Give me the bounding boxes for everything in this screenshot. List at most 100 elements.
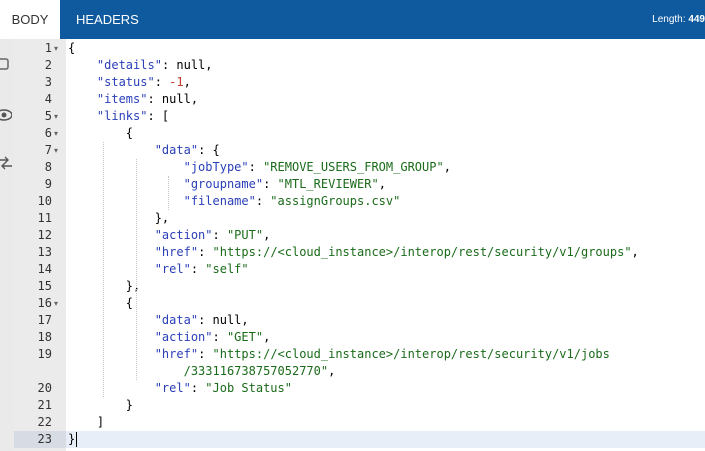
json-string: "assignGroups.csv" xyxy=(270,194,401,208)
json-punctuation: : xyxy=(198,245,213,259)
code-text: "filename": "assignGroups.csv" xyxy=(68,193,401,210)
json-punctuation xyxy=(68,92,97,106)
indent-guide xyxy=(168,176,169,210)
code-text: "rel": "self" xyxy=(68,261,249,278)
line-number: 22 xyxy=(37,415,52,429)
json-string: "https://<cloud_instance>/interop/rest/s… xyxy=(212,245,632,259)
length-value: 449 xyxy=(688,14,705,25)
line-number: 9 xyxy=(44,177,52,191)
json-key: "href" xyxy=(154,347,199,361)
json-punctuation: : xyxy=(198,347,213,361)
code-text: "data": null, xyxy=(68,312,249,329)
code-text: "items": null, xyxy=(68,91,198,108)
json-string: "MTL_REVIEWER" xyxy=(277,177,379,191)
line-number: 21 xyxy=(37,398,52,412)
json-key: "rel" xyxy=(154,262,191,276)
line-number: 1 xyxy=(44,41,52,55)
code-line: 13 "href": "https://<cloud_instance>/int… xyxy=(0,244,705,261)
json-punctuation: , xyxy=(443,160,451,174)
json-string: "https://<cloud_instance>/interop/rest/s… xyxy=(212,347,610,361)
json-key: "rel" xyxy=(154,381,191,395)
code-line: 17 "data": null, xyxy=(0,312,705,329)
json-punctuation: : xyxy=(154,75,170,89)
code-text: "action": "PUT", xyxy=(68,227,271,244)
code-line: 6 ▾ { xyxy=(0,125,705,142)
tab-body[interactable]: BODY xyxy=(0,0,60,39)
fold-toggle-icon[interactable]: ▾ xyxy=(54,142,58,159)
code-text: ] xyxy=(68,414,104,431)
code-line: 20 "rel": "Job Status" xyxy=(0,380,705,397)
json-punctuation: : xyxy=(255,194,271,208)
code-text: } xyxy=(68,397,133,414)
code-line: 22 ] xyxy=(0,414,705,431)
json-punctuation: { xyxy=(68,296,134,310)
code-line: 15 }, xyxy=(0,278,705,295)
line-number: 18 xyxy=(37,330,52,344)
line-number: 19 xyxy=(37,347,52,361)
fold-toggle-icon[interactable]: ▾ xyxy=(54,125,58,142)
json-punctuation xyxy=(68,143,155,157)
code-text: "links": [ xyxy=(68,108,169,125)
json-punctuation: } xyxy=(68,398,134,412)
tab-headers[interactable]: HEADERS xyxy=(60,0,155,39)
code-text: }, xyxy=(68,278,140,295)
json-punctuation xyxy=(68,330,155,344)
code-line: 23} xyxy=(0,431,705,448)
json-key: "links" xyxy=(96,109,148,123)
line-number: 13 xyxy=(37,245,52,259)
code-text: { xyxy=(68,40,75,57)
fold-toggle-icon[interactable]: ▾ xyxy=(54,40,58,57)
line-number: 5 xyxy=(44,109,52,123)
code-line: 3 "status": -1, xyxy=(0,74,705,91)
json-punctuation xyxy=(68,177,184,191)
json-punctuation: : xyxy=(263,177,278,191)
json-key: "filename" xyxy=(183,194,256,208)
json-punctuation: : xyxy=(190,381,206,395)
indent-guide xyxy=(136,159,137,380)
json-punctuation: : [ xyxy=(147,109,170,123)
line-number: 12 xyxy=(37,228,52,242)
json-punctuation: , xyxy=(263,228,271,242)
code-line: 12 "action": "PUT", xyxy=(0,227,705,244)
code-line: 18 "action": "GET", xyxy=(0,329,705,346)
json-punctuation: : null, xyxy=(198,313,249,327)
line-number: 6 xyxy=(44,126,52,140)
code-line: 5 ▾ "links": [ xyxy=(0,108,705,125)
code-text: "href": "https://<cloud_instance>/intero… xyxy=(68,244,639,261)
json-punctuation: : xyxy=(248,160,264,174)
line-number: 23 xyxy=(37,432,52,446)
json-punctuation xyxy=(68,347,155,361)
line-number: 7 xyxy=(44,143,52,157)
json-number: -1 xyxy=(169,75,184,89)
json-punctuation: { xyxy=(68,126,134,140)
line-number: 2 xyxy=(44,58,52,72)
code-line: 2 "details": null, xyxy=(0,57,705,74)
json-key: "details" xyxy=(96,58,162,72)
json-string: "REMOVE_USERS_FROM_GROUP" xyxy=(263,160,444,174)
json-key: "action" xyxy=(154,330,213,344)
json-key: "action" xyxy=(154,228,213,242)
code-text: "groupname": "MTL_REVIEWER", xyxy=(68,176,386,193)
json-punctuation xyxy=(68,58,97,72)
text-cursor xyxy=(76,432,77,447)
json-punctuation xyxy=(68,262,155,276)
json-punctuation: : xyxy=(190,262,206,276)
json-punctuation: }, xyxy=(68,211,170,225)
code-text: "data": { xyxy=(68,142,220,159)
code-line: 8 "jobType": "REMOVE_USERS_FROM_GROUP", xyxy=(0,159,705,176)
json-punctuation: , xyxy=(631,245,639,259)
json-punctuation xyxy=(68,245,155,259)
json-punctuation xyxy=(68,381,155,395)
json-punctuation: , xyxy=(263,330,271,344)
fold-toggle-icon[interactable]: ▾ xyxy=(54,108,58,125)
json-punctuation: , xyxy=(378,177,386,191)
response-length: Length: 449 xyxy=(652,0,705,39)
json-string: "Job Status" xyxy=(205,381,292,395)
fold-toggle-icon[interactable]: ▾ xyxy=(54,295,58,312)
code-text: { xyxy=(68,295,133,312)
json-punctuation xyxy=(68,160,184,174)
json-string: "PUT" xyxy=(226,228,264,242)
json-key: "href" xyxy=(154,245,199,259)
json-key: "data" xyxy=(154,313,199,327)
json-punctuation: : xyxy=(212,228,227,242)
